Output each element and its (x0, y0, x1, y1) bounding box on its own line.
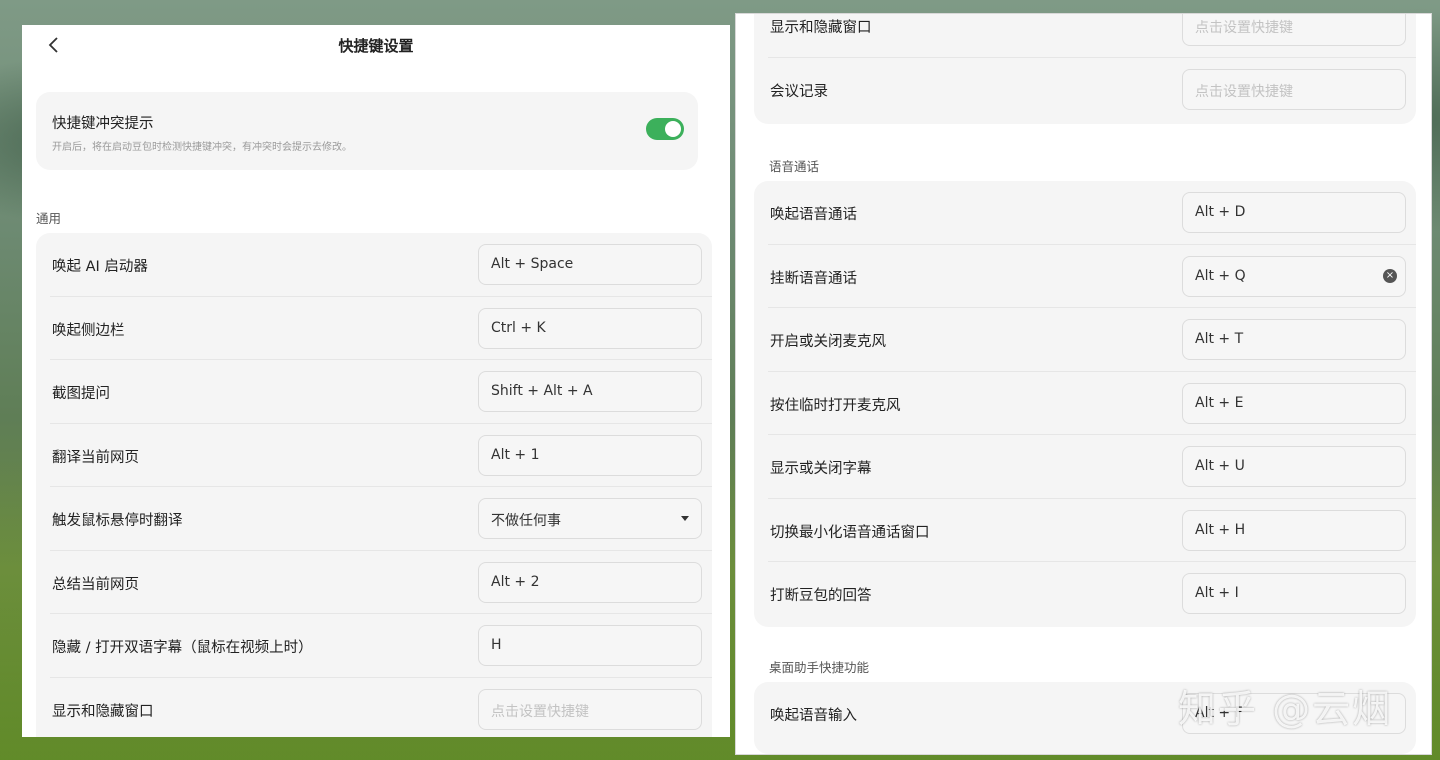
conflict-toggle-title: 快捷键冲突提示 (52, 116, 154, 132)
hover-translate-select[interactable]: 不做任何事 (478, 498, 702, 539)
shortcut-label: 开启或关闭麦克风 (770, 334, 886, 350)
caret-down-icon (681, 516, 689, 521)
shortcut-label: 切换最小化语音通话窗口 (770, 524, 930, 541)
shortcut-label: 显示和隐藏窗口 (770, 20, 872, 36)
shortcut-row: 总结当前网页 Alt + 2 (36, 551, 712, 614)
shortcut-label: 唤起侧边栏 (52, 322, 125, 339)
shortcut-row: 会议记录 点击设置快捷键 (754, 58, 1416, 122)
shortcut-field[interactable]: Shift + Alt + A (478, 371, 702, 412)
watermark: 知乎 @云烟 (1178, 687, 1393, 731)
shortcut-value: Alt + Q (1195, 267, 1246, 284)
shortcut-row: 触发鼠标悬停时翻译 不做任何事 (36, 487, 712, 551)
shortcut-field[interactable]: Alt + 2 (478, 561, 702, 603)
shortcut-label: 显示和隐藏窗口 (52, 703, 154, 720)
shortcut-row: 显示或关闭字幕 Alt + U (754, 435, 1416, 499)
shortcut-row: 开启或关闭麦克风 Alt + T (754, 308, 1416, 372)
page-title: 快捷键设置 (338, 37, 414, 55)
shortcut-row: 显示和隐藏窗口 点击设置快捷键 (36, 678, 712, 738)
shortcut-field[interactable]: Alt + Q × (1182, 255, 1406, 297)
shortcut-label: 总结当前网页 (52, 576, 139, 593)
clear-circle-icon[interactable]: × (1383, 268, 1397, 283)
shortcut-row: 按住临时打开麦克风 Alt + E (754, 372, 1416, 435)
section-label-voice: 语音通话 (769, 159, 820, 174)
select-value: 不做任何事 (491, 513, 561, 529)
section-label-desktop: 桌面助手快捷功能 (769, 660, 870, 675)
shortcut-label: 唤起语音通话 (770, 207, 857, 223)
shortcut-label: 唤起 AI 启动器 (52, 259, 148, 275)
toggle-knob (665, 121, 681, 137)
shortcut-row: 唤起 AI 启动器 Alt + Space (36, 233, 712, 297)
shortcut-row: 切换最小化语音通话窗口 Alt + H (754, 499, 1416, 562)
shortcut-label: 截图提问 (52, 386, 110, 402)
shortcut-field[interactable]: Alt + D (1182, 192, 1406, 233)
shortcut-label: 挂断语音通话 (770, 270, 857, 287)
shortcut-settings-panel: 快捷键设置 快捷键冲突提示 开启后，将在启动豆包时检测快捷键冲突，有冲突时会提示… (22, 25, 730, 737)
shortcut-field[interactable]: Alt + U (1182, 446, 1406, 487)
section-label-general: 通用 (36, 211, 62, 226)
conflict-toggle-card: 快捷键冲突提示 开启后，将在启动豆包时检测快捷键冲突，有冲突时会提示去修改。 (36, 92, 698, 170)
shortcut-row: 隐藏 / 打开双语字幕（鼠标在视频上时） H (36, 614, 712, 678)
shortcut-label: 唤起语音输入 (770, 708, 857, 724)
shortcut-label: 会议记录 (770, 83, 828, 100)
shortcut-row: 翻译当前网页 Alt + 1 (36, 424, 712, 487)
shortcut-field[interactable]: H (478, 625, 702, 666)
shortcut-row: 显示和隐藏窗口 点击设置快捷键 (754, 14, 1416, 58)
conflict-toggle-switch[interactable] (646, 118, 684, 140)
shortcut-field[interactable]: 点击设置快捷键 (478, 688, 702, 730)
shortcut-settings-panel-scrolled: 显示和隐藏窗口 点击设置快捷键 会议记录 点击设置快捷键 语音通话 唤起语音通话… (735, 13, 1432, 755)
general-shortcuts-card: 唤起 AI 启动器 Alt + Space 唤起侧边栏 Ctrl + K 截图提… (36, 233, 712, 737)
conflict-toggle-desc: 开启后，将在启动豆包时检测快捷键冲突，有冲突时会提示去修改。 (52, 142, 352, 153)
shortcut-row: 挂断语音通话 Alt + Q × (754, 245, 1416, 308)
shortcut-label: 隐藏 / 打开双语字幕（鼠标在视频上时） (52, 640, 313, 656)
shortcut-row: 截图提问 Shift + Alt + A (36, 360, 712, 424)
voice-shortcuts-card: 唤起语音通话 Alt + D 挂断语音通话 Alt + Q × 开启或关闭麦克风… (754, 181, 1416, 627)
shortcut-field[interactable]: Alt + E (1182, 382, 1406, 424)
shortcut-field[interactable]: Alt + T (1182, 319, 1406, 360)
shortcut-field[interactable]: Alt + 1 (478, 434, 702, 476)
shortcut-row: 打断豆包的回答 Alt + I (754, 562, 1416, 626)
window-shortcuts-card: 显示和隐藏窗口 点击设置快捷键 会议记录 点击设置快捷键 (754, 14, 1416, 124)
shortcut-field[interactable]: 点击设置快捷键 (1182, 14, 1406, 46)
shortcut-label: 触发鼠标悬停时翻译 (52, 513, 183, 529)
shortcut-field[interactable]: Alt + H (1182, 509, 1406, 551)
shortcut-label: 翻译当前网页 (52, 449, 139, 466)
shortcut-field[interactable]: 点击设置快捷键 (1182, 68, 1406, 110)
shortcut-row: 唤起语音通话 Alt + D (754, 181, 1416, 245)
shortcut-label: 打断豆包的回答 (770, 588, 872, 604)
shortcut-label: 显示或关闭字幕 (770, 461, 872, 477)
shortcut-field[interactable]: Alt + Space (478, 244, 702, 285)
shortcut-label: 按住临时打开麦克风 (770, 397, 901, 414)
panel-header: 快捷键设置 (22, 25, 730, 65)
shortcut-field[interactable]: Ctrl + K (478, 307, 702, 349)
shortcut-row: 唤起侧边栏 Ctrl + K (36, 297, 712, 360)
shortcut-field[interactable]: Alt + I (1182, 573, 1406, 614)
